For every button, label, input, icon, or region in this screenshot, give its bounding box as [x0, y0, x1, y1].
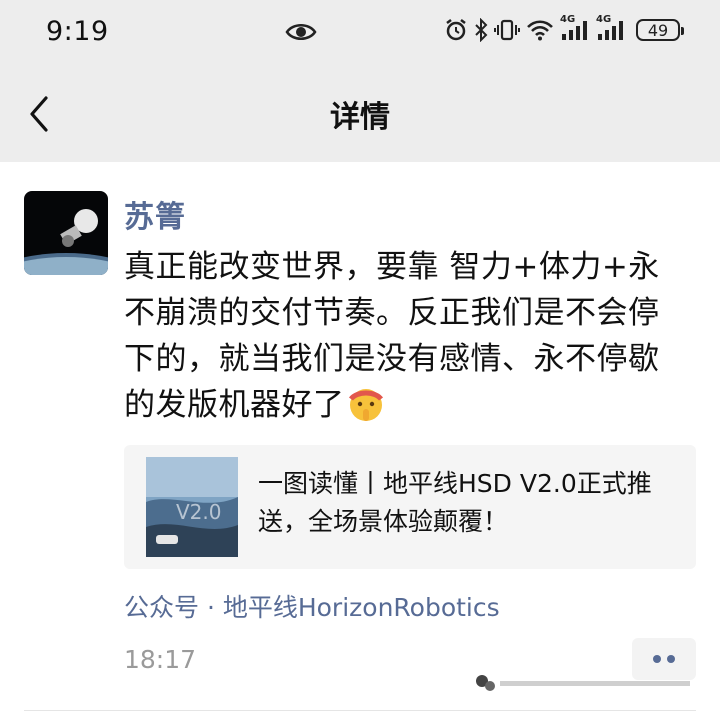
battery-icon: 49: [636, 19, 684, 41]
dot-icon: [667, 655, 675, 663]
link-card[interactable]: V2.0 一图读懂丨地平线HSD V2.0正式推送，全场景体验颠覆！: [124, 445, 696, 569]
page-title: 详情: [330, 100, 390, 135]
post-time: 18:17: [124, 645, 197, 674]
link-thumbnail: V2.0: [146, 457, 238, 557]
wifi-icon: [527, 20, 553, 41]
vibrate-icon: [494, 19, 520, 41]
source-link[interactable]: 公众号 · 地平线HorizonRobotics: [124, 588, 500, 624]
bluetooth-icon: [475, 18, 488, 42]
post-text: 真正能改变世界，要靠 智力+体力+永不崩溃的交付节奏。反正我们是不会停下的，就当…: [124, 249, 660, 423]
status-time: 9:19: [46, 16, 109, 47]
status-icons: 4G 4G 49: [444, 14, 684, 42]
author-name[interactable]: 苏箐: [124, 192, 186, 236]
shushing-face-icon: [348, 389, 383, 421]
divider: [24, 710, 696, 711]
svg-text:V2.0: V2.0: [176, 500, 222, 524]
signal-icon-1: 4G: [560, 14, 590, 42]
top-bar: 9:19 4G 4G 49 详情: [0, 0, 720, 162]
avatar[interactable]: [24, 191, 108, 275]
eye-icon: [285, 24, 317, 40]
alarm-icon: [446, 19, 466, 41]
dot-icon: [653, 655, 661, 663]
watermark-icon: [476, 675, 690, 691]
signal-icon-2: 4G: [596, 14, 626, 42]
link-title: 一图读懂丨地平线HSD V2.0正式推送，全场景体验颠覆！: [258, 469, 652, 536]
